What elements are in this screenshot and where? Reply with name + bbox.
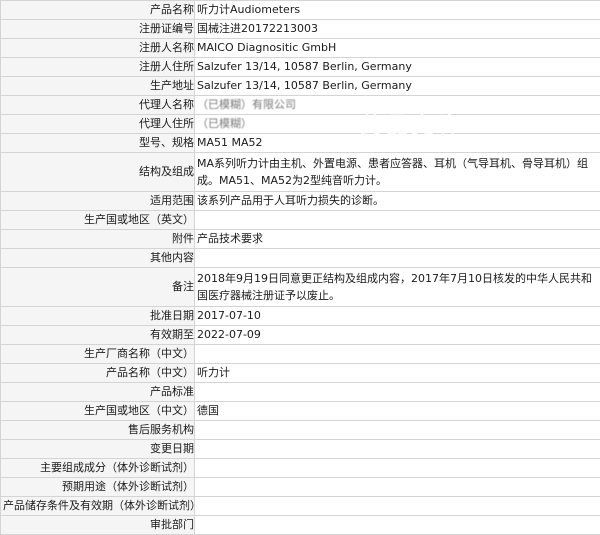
field-label: 审批部门: [1, 516, 195, 535]
field-label: 有效期至: [1, 326, 195, 345]
field-label: 其他内容: [1, 249, 195, 268]
field-label: 主要组成成分（体外诊断试剂）: [1, 459, 195, 478]
table-row: 生产厂商名称（中文）: [1, 345, 600, 364]
field-value: [195, 249, 600, 268]
field-label: 生产国或地区（英文）: [1, 211, 195, 230]
field-value: [195, 459, 600, 478]
table-row: 型号、规格 MA51 MA52: [1, 134, 600, 153]
table-row: 代理人住所 （已模糊）: [1, 115, 600, 134]
field-value: Salzufer 13/14, 10587 Berlin, Germany: [195, 77, 600, 96]
field-value: MAICO Diagnositic GmbH: [195, 39, 600, 58]
table-row: 生产国或地区（英文）: [1, 211, 600, 230]
field-value: [195, 345, 600, 364]
field-value: [195, 421, 600, 440]
registration-table: 产品名称 听力计Audiometers 注册证编号 国械注进2017221300…: [0, 0, 600, 535]
table-row: 代理人名称 （已模糊）有限公司: [1, 96, 600, 115]
field-label: 售后服务机构: [1, 421, 195, 440]
field-label: 生产厂商名称（中文）: [1, 345, 195, 364]
field-label: 结构及组成: [1, 153, 195, 192]
field-label: 代理人住所: [1, 115, 195, 134]
table-row: 附件 产品技术要求: [1, 230, 600, 249]
table-row: 审批部门: [1, 516, 600, 535]
table-row: 变更日期: [1, 440, 600, 459]
field-value: 国械注进20172213003: [195, 20, 600, 39]
table-row: 产品名称 听力计Audiometers: [1, 1, 600, 20]
field-label: 变更日期: [1, 440, 195, 459]
field-value: [195, 478, 600, 497]
field-value: 该系列产品用于人耳听力损失的诊断。: [195, 192, 600, 211]
field-value: MA系列听力计由主机、外置电源、患者应答器、耳机（气导耳机、骨导耳机）组成。MA…: [195, 153, 600, 192]
table-row: 预期用途（体外诊断试剂）: [1, 478, 600, 497]
field-value: 听力计: [195, 364, 600, 383]
table-row: 注册人住所 Salzufer 13/14, 10587 Berlin, Germ…: [1, 58, 600, 77]
field-value: [195, 497, 600, 516]
field-label: 附件: [1, 230, 195, 249]
field-value: 2022-07-09: [195, 326, 600, 345]
table-row: 售后服务机构: [1, 421, 600, 440]
table-row: 主要组成成分（体外诊断试剂）: [1, 459, 600, 478]
watermark: 药品允许: [360, 108, 464, 140]
field-label: 生产地址: [1, 77, 195, 96]
field-value: 产品技术要求: [195, 230, 600, 249]
table-row: 备注 2018年9月19日同意更正结构及组成内容，2017年7月10日核发的中华…: [1, 268, 600, 307]
table-row: 产品储存条件及有效期（体外诊断试剂）: [1, 497, 600, 516]
table-row: 生产地址 Salzufer 13/14, 10587 Berlin, Germa…: [1, 77, 600, 96]
table-row: 适用范围 该系列产品用于人耳听力损失的诊断。: [1, 192, 600, 211]
field-label: 预期用途（体外诊断试剂）: [1, 478, 195, 497]
field-label: 产品标准: [1, 383, 195, 402]
field-label: 产品名称: [1, 1, 195, 20]
field-label: 型号、规格: [1, 134, 195, 153]
field-label: 注册人名称: [1, 39, 195, 58]
field-label: 注册人住所: [1, 58, 195, 77]
table-row: 生产国或地区（中文） 德国: [1, 402, 600, 421]
field-label: 生产国或地区（中文）: [1, 402, 195, 421]
table-row: 批准日期 2017-07-10: [1, 307, 600, 326]
field-value: [195, 516, 600, 535]
table-row: 注册人名称 MAICO Diagnositic GmbH: [1, 39, 600, 58]
field-value: 2018年9月19日同意更正结构及组成内容，2017年7月10日核发的中华人民共…: [195, 268, 600, 307]
field-label: 适用范围: [1, 192, 195, 211]
field-label: 注册证编号: [1, 20, 195, 39]
field-label: 批准日期: [1, 307, 195, 326]
field-label: 备注: [1, 268, 195, 307]
table-row: 产品标准: [1, 383, 600, 402]
field-value: [195, 440, 600, 459]
field-value: Salzufer 13/14, 10587 Berlin, Germany: [195, 58, 600, 77]
field-value: [195, 211, 600, 230]
field-label: 代理人名称: [1, 96, 195, 115]
table-row: 有效期至 2022-07-09: [1, 326, 600, 345]
field-label: 产品名称（中文）: [1, 364, 195, 383]
field-label: 产品储存条件及有效期（体外诊断试剂）: [1, 497, 195, 516]
field-value: 德国: [195, 402, 600, 421]
table-row: 其他内容: [1, 249, 600, 268]
table-row: 注册证编号 国械注进20172213003: [1, 20, 600, 39]
field-value: 听力计Audiometers: [195, 1, 600, 20]
table-row: 产品名称（中文） 听力计: [1, 364, 600, 383]
table-row: 结构及组成 MA系列听力计由主机、外置电源、患者应答器、耳机（气导耳机、骨导耳机…: [1, 153, 600, 192]
field-value: [195, 383, 600, 402]
field-value: 2017-07-10: [195, 307, 600, 326]
